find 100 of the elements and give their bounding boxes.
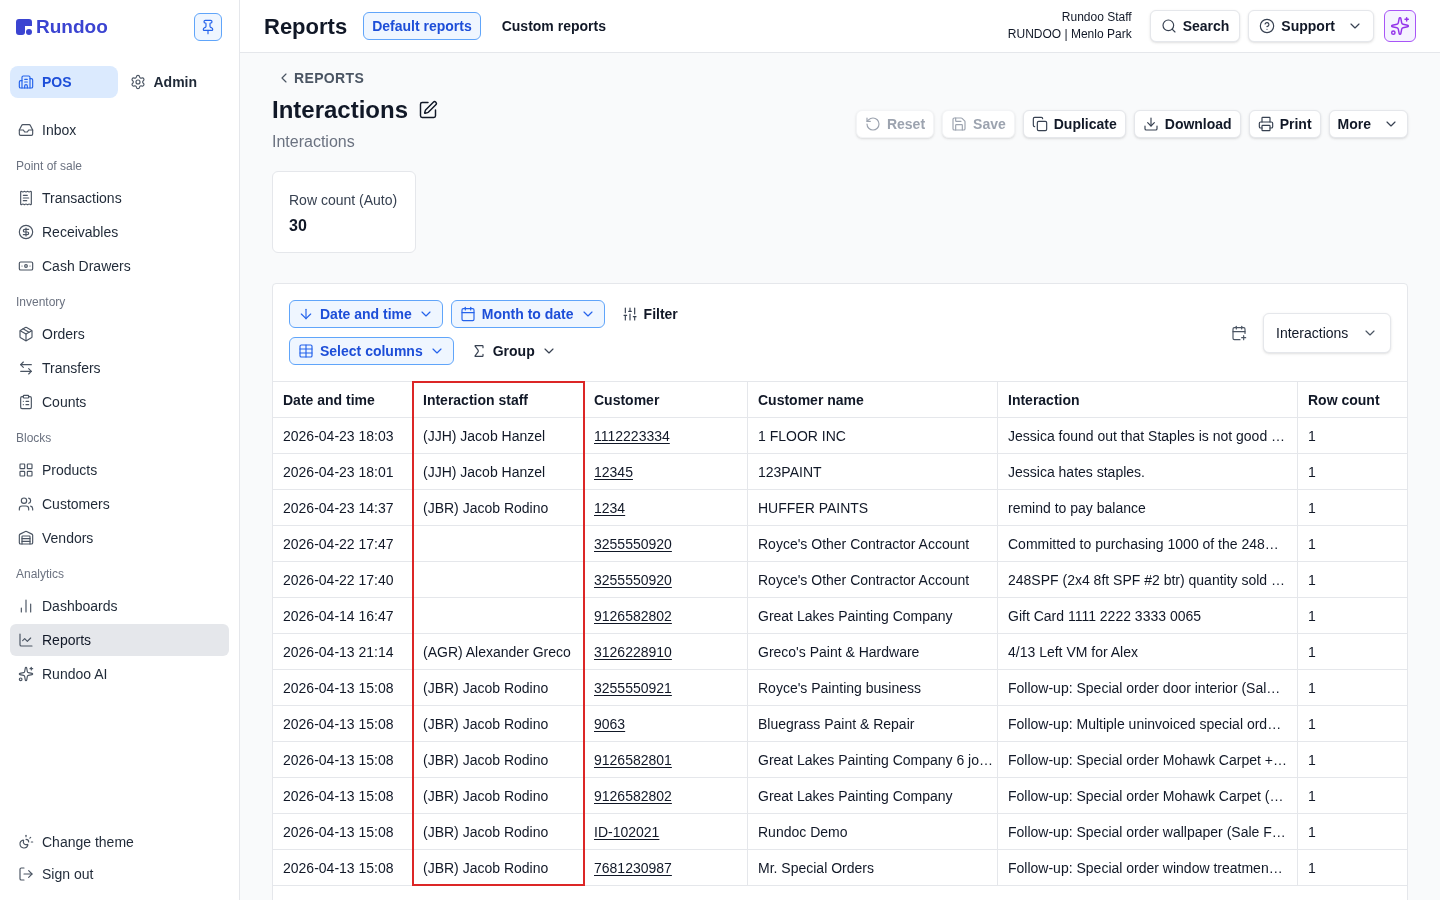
customer-link[interactable]: 12345 — [594, 461, 633, 482]
nav-item[interactable]: Transfers — [10, 352, 229, 384]
table-cell-text: 2026-04-13 15:08 — [283, 858, 394, 878]
table-cell-text: 1 — [1308, 750, 1316, 770]
view-select[interactable]: Interactions — [1263, 312, 1391, 353]
table-cell-text: 2026-04-13 15:08 — [283, 714, 394, 734]
customer-link[interactable]: 3126228910 — [594, 641, 672, 662]
table-cell-text: Royce's Other Contractor Account — [758, 534, 970, 554]
table-cell-text: 1 — [1308, 822, 1316, 842]
rotate-icon — [864, 116, 881, 132]
nav-item[interactable]: Counts — [10, 386, 229, 418]
sliders-icon — [621, 306, 638, 322]
customer-link[interactable]: 9126582802 — [594, 605, 672, 626]
table-cell-text: 248SPF (2x4 8ft SPF #2 btr) quantity sold … — [1008, 570, 1286, 590]
mode-tab[interactable]: POS — [10, 66, 118, 98]
download-button[interactable]: Download — [1133, 110, 1241, 138]
table-cell-text: (JBR) Jacob Rodino — [423, 822, 549, 842]
customer-link[interactable]: 9063 — [594, 713, 626, 734]
nav-item[interactable]: Products — [10, 454, 229, 486]
nav-item[interactable]: Orders — [10, 318, 229, 350]
nav-item[interactable]: Vendors — [10, 522, 229, 554]
customer-link[interactable]: 3255550920 — [594, 533, 672, 554]
customer-link[interactable]: 7681230987 — [594, 857, 672, 878]
clipboard-icon — [18, 394, 34, 410]
line-chart-icon — [18, 632, 34, 648]
table-cell-text: (JBR) Jacob Rodino — [423, 750, 549, 770]
ai-button[interactable] — [1384, 10, 1416, 42]
support-button[interactable]: Support — [1248, 10, 1374, 42]
customer-link[interactable]: 1112223334 — [594, 425, 670, 446]
table-cell-text: (JBR) Jacob Rodino — [423, 786, 549, 806]
sparkles-icon — [1390, 16, 1410, 36]
table-cell-text: Follow-up: Special order door interior (Sal… — [1008, 678, 1281, 698]
calendar-icon — [459, 306, 476, 322]
table-cell-text: (JBR) Jacob Rodino — [423, 858, 549, 878]
nav-item[interactable]: Change theme — [10, 826, 229, 858]
report-tab[interactable]: Default reports — [363, 12, 481, 40]
table-icon — [298, 343, 314, 359]
nav-item[interactable]: Reports — [10, 624, 229, 656]
table-cell-text: (JBR) Jacob Rodino — [423, 498, 549, 518]
table-cell-text: Gift Card 1111 2222 3333 0065 — [1008, 606, 1202, 626]
report-tab[interactable]: Custom reports — [492, 12, 615, 40]
nav-item[interactable]: Sign out — [10, 858, 229, 890]
mode-tab[interactable]: Admin — [121, 66, 229, 98]
search-icon — [1160, 18, 1177, 34]
table-cell-text: 1 FLOOR INC — [758, 426, 846, 446]
filter-button[interactable]: Filter — [612, 300, 687, 328]
nav-item[interactable]: Dashboards — [10, 590, 229, 622]
package-icon — [18, 326, 34, 342]
card-label: Row count (Auto) — [289, 191, 399, 210]
table-cell-text: 2026-04-23 18:03 — [283, 426, 394, 446]
table-cell-text: Follow-up: Special order Mohawk Carpet +… — [1008, 750, 1287, 770]
search-button[interactable]: Search — [1149, 10, 1241, 42]
edit-button[interactable] — [418, 100, 439, 120]
nav-item[interactable]: Receivables — [10, 216, 229, 248]
customer-link[interactable]: 9126582801 — [594, 749, 672, 770]
card-value: 30 — [289, 216, 308, 236]
table-cell-text: 2026-04-13 15:08 — [283, 822, 394, 842]
table-cell-text: Jessica hates staples. — [1008, 462, 1145, 482]
table-cell-text: 2026-04-22 17:40 — [283, 570, 394, 590]
receipt-icon — [18, 190, 34, 206]
table-cell-text: 123PAINT — [758, 462, 822, 482]
nav-item[interactable]: Transactions — [10, 182, 229, 214]
duplicate-button[interactable]: Duplicate — [1022, 110, 1126, 138]
calendar-button[interactable] — [1231, 324, 1247, 341]
arrows-icon — [18, 360, 34, 376]
table-cell-text: 1 — [1308, 678, 1316, 698]
nav-item[interactable]: Cash Drawers — [10, 250, 229, 282]
customer-link[interactable]: ID-102021 — [594, 821, 660, 842]
customer-link[interactable]: 3255550920 — [594, 569, 672, 590]
settings-icon — [129, 74, 146, 90]
more-button[interactable]: More — [1328, 110, 1408, 138]
nav-item[interactable]: Rundoo AI — [10, 658, 229, 690]
group-button[interactable]: Group — [461, 337, 566, 365]
user-name: Rundoo Staff — [1061, 9, 1132, 26]
customer-link[interactable]: 9126582802 — [594, 785, 672, 806]
back-link[interactable]: REPORTS — [272, 70, 1408, 86]
sort-button[interactable]: Date and time — [289, 300, 443, 328]
table-cell-text: (JBR) Jacob Rodino — [423, 714, 549, 734]
date-range-button[interactable]: Month to date — [450, 300, 605, 328]
save-icon — [951, 116, 968, 132]
table-cell-text: 1 — [1308, 426, 1316, 446]
warehouse-icon — [18, 530, 34, 546]
table-cell-text: Mr. Special Orders — [758, 858, 874, 878]
customer-link[interactable]: 3255550921 — [594, 677, 672, 698]
nav-item[interactable]: Inbox — [10, 114, 229, 146]
table-cell-text: HUFFER PAINTS — [758, 498, 869, 518]
columns-button[interactable]: Select columns — [289, 337, 454, 365]
customer-link[interactable]: 1234 — [594, 497, 626, 518]
table-cell-text: Bluegrass Paint & Repair — [758, 714, 915, 734]
print-button[interactable]: Print — [1248, 110, 1321, 138]
nav-item[interactable]: Customers — [10, 488, 229, 520]
table-cell-text: 2026-04-22 17:47 — [283, 534, 394, 554]
table-cell-text: 1 — [1308, 534, 1316, 554]
table-cell-text: (JJH) Jacob Hanzel — [423, 426, 546, 446]
table-cell-text: 4/13 Left VM for Alex — [1008, 642, 1138, 662]
sparkles-icon — [18, 666, 34, 682]
table-cell-text: 1 — [1308, 858, 1316, 878]
table-cell-text: (JBR) Jacob Rodino — [423, 678, 549, 698]
table-cell-text: 1 — [1308, 786, 1316, 806]
pin-button[interactable] — [194, 13, 222, 41]
